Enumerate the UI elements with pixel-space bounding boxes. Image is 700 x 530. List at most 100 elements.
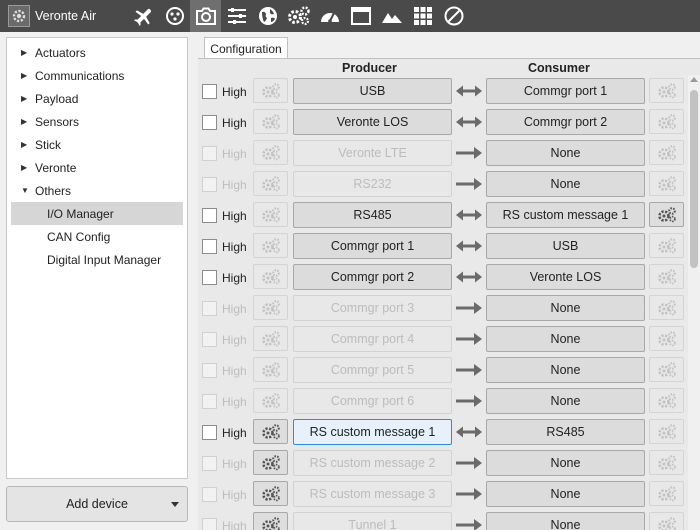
- producer-button[interactable]: Commgr port 3: [293, 295, 452, 321]
- consumer-button[interactable]: None: [486, 295, 645, 321]
- producer-settings-gear-icon[interactable]: [253, 171, 288, 196]
- add-device-button[interactable]: Add device: [6, 486, 188, 522]
- producer-settings-gear-icon[interactable]: [253, 109, 288, 134]
- consumer-button[interactable]: None: [486, 140, 645, 166]
- expand-right-icon[interactable]: ▶: [21, 163, 33, 172]
- expand-right-icon[interactable]: ▶: [21, 48, 33, 57]
- producer-button[interactable]: RS485: [293, 202, 452, 228]
- window-icon[interactable]: [345, 0, 376, 32]
- producer-button[interactable]: Commgr port 6: [293, 388, 452, 414]
- tree-item[interactable]: ▶ Communications: [7, 64, 187, 87]
- producer-settings-gear-icon[interactable]: [253, 481, 288, 506]
- consumer-settings-gear-icon[interactable]: [649, 202, 684, 227]
- producer-settings-gear-icon[interactable]: [253, 295, 288, 320]
- consumer-settings-gear-icon[interactable]: [649, 419, 684, 444]
- producer-button[interactable]: Veronte LOS: [293, 109, 452, 135]
- high-priority-checkbox[interactable]: [202, 208, 217, 223]
- tree-item[interactable]: ▶ Payload: [7, 87, 187, 110]
- tree-item[interactable]: ▼ Others: [7, 179, 187, 202]
- consumer-button[interactable]: Veronte LOS: [486, 264, 645, 290]
- consumer-button[interactable]: RS custom message 1: [486, 202, 645, 228]
- tab-configuration[interactable]: Configuration: [204, 37, 288, 59]
- scroll-thumb[interactable]: [690, 90, 698, 268]
- consumer-button[interactable]: Commgr port 1: [486, 78, 645, 104]
- high-priority-checkbox[interactable]: [202, 84, 217, 99]
- consumer-settings-gear-icon[interactable]: [649, 264, 684, 289]
- producer-button[interactable]: Commgr port 2: [293, 264, 452, 290]
- high-priority-checkbox[interactable]: [202, 425, 217, 440]
- camera-icon[interactable]: [190, 0, 221, 32]
- high-priority-checkbox[interactable]: [202, 456, 217, 471]
- joystick-icon[interactable]: [159, 0, 190, 32]
- gauge-icon[interactable]: [314, 0, 345, 32]
- producer-settings-gear-icon[interactable]: [253, 264, 288, 289]
- producer-button[interactable]: RS custom message 2: [293, 450, 452, 476]
- consumer-button[interactable]: USB: [486, 233, 645, 259]
- tree-child-item[interactable]: CAN Config: [7, 225, 187, 248]
- producer-settings-gear-icon[interactable]: [253, 450, 288, 475]
- producer-button[interactable]: USB: [293, 78, 452, 104]
- consumer-button[interactable]: None: [486, 481, 645, 507]
- high-priority-checkbox[interactable]: [202, 363, 217, 378]
- expand-right-icon[interactable]: ▶: [21, 117, 33, 126]
- high-priority-checkbox[interactable]: [202, 301, 217, 316]
- consumer-settings-gear-icon[interactable]: [649, 140, 684, 165]
- producer-settings-gear-icon[interactable]: [253, 233, 288, 258]
- producer-button[interactable]: RS232: [293, 171, 452, 197]
- consumer-settings-gear-icon[interactable]: [649, 78, 684, 103]
- producer-button[interactable]: Tunnel 1: [293, 512, 452, 530]
- consumer-button[interactable]: None: [486, 450, 645, 476]
- consumer-settings-gear-icon[interactable]: [649, 326, 684, 351]
- globe-icon[interactable]: [252, 0, 283, 32]
- producer-button[interactable]: Commgr port 1: [293, 233, 452, 259]
- expand-right-icon[interactable]: ▶: [21, 140, 33, 149]
- producer-button[interactable]: RS custom message 1: [293, 419, 452, 445]
- consumer-settings-gear-icon[interactable]: [649, 295, 684, 320]
- sliders-icon[interactable]: [221, 0, 252, 32]
- tree-item[interactable]: ▶ Actuators: [7, 41, 187, 64]
- high-priority-checkbox[interactable]: [202, 146, 217, 161]
- expand-down-icon[interactable]: ▼: [21, 186, 33, 195]
- scroll-up-icon[interactable]: [690, 77, 698, 82]
- expand-right-icon[interactable]: ▶: [21, 71, 33, 80]
- consumer-button[interactable]: None: [486, 388, 645, 414]
- tree-child-item[interactable]: I/O Manager: [11, 202, 183, 225]
- disabled-icon[interactable]: [438, 0, 469, 32]
- producer-settings-gear-icon[interactable]: [253, 512, 288, 530]
- producer-settings-gear-icon[interactable]: [253, 326, 288, 351]
- grid-icon[interactable]: [407, 0, 438, 32]
- consumer-button[interactable]: None: [486, 512, 645, 530]
- high-priority-checkbox[interactable]: [202, 332, 217, 347]
- plane-icon[interactable]: [128, 0, 159, 32]
- producer-button[interactable]: RS custom message 3: [293, 481, 452, 507]
- consumer-button[interactable]: None: [486, 326, 645, 352]
- terrain-icon[interactable]: [376, 0, 407, 32]
- consumer-button[interactable]: None: [486, 171, 645, 197]
- consumer-button[interactable]: Commgr port 2: [486, 109, 645, 135]
- producer-button[interactable]: Commgr port 4: [293, 326, 452, 352]
- high-priority-checkbox[interactable]: [202, 239, 217, 254]
- consumer-settings-gear-icon[interactable]: [649, 171, 684, 196]
- high-priority-checkbox[interactable]: [202, 115, 217, 130]
- tree-item[interactable]: ▶ Sensors: [7, 110, 187, 133]
- high-priority-checkbox[interactable]: [202, 518, 217, 530]
- producer-settings-gear-icon[interactable]: [253, 388, 288, 413]
- consumer-settings-gear-icon[interactable]: [649, 357, 684, 382]
- high-priority-checkbox[interactable]: [202, 270, 217, 285]
- consumer-settings-gear-icon[interactable]: [649, 388, 684, 413]
- consumer-button[interactable]: None: [486, 357, 645, 383]
- high-priority-checkbox[interactable]: [202, 177, 217, 192]
- high-priority-checkbox[interactable]: [202, 487, 217, 502]
- tree-item[interactable]: ▶ Stick: [7, 133, 187, 156]
- consumer-settings-gear-icon[interactable]: [649, 109, 684, 134]
- producer-settings-gear-icon[interactable]: [253, 140, 288, 165]
- app-selector[interactable]: Veronte Air: [0, 0, 128, 32]
- producer-settings-gear-icon[interactable]: [253, 202, 288, 227]
- producer-settings-gear-icon[interactable]: [253, 419, 288, 444]
- high-priority-checkbox[interactable]: [202, 394, 217, 409]
- consumer-settings-gear-icon[interactable]: [649, 512, 684, 530]
- vertical-scrollbar[interactable]: [688, 75, 700, 530]
- consumer-button[interactable]: RS485: [486, 419, 645, 445]
- tree-child-item[interactable]: Digital Input Manager: [7, 248, 187, 271]
- producer-button[interactable]: Veronte LTE: [293, 140, 452, 166]
